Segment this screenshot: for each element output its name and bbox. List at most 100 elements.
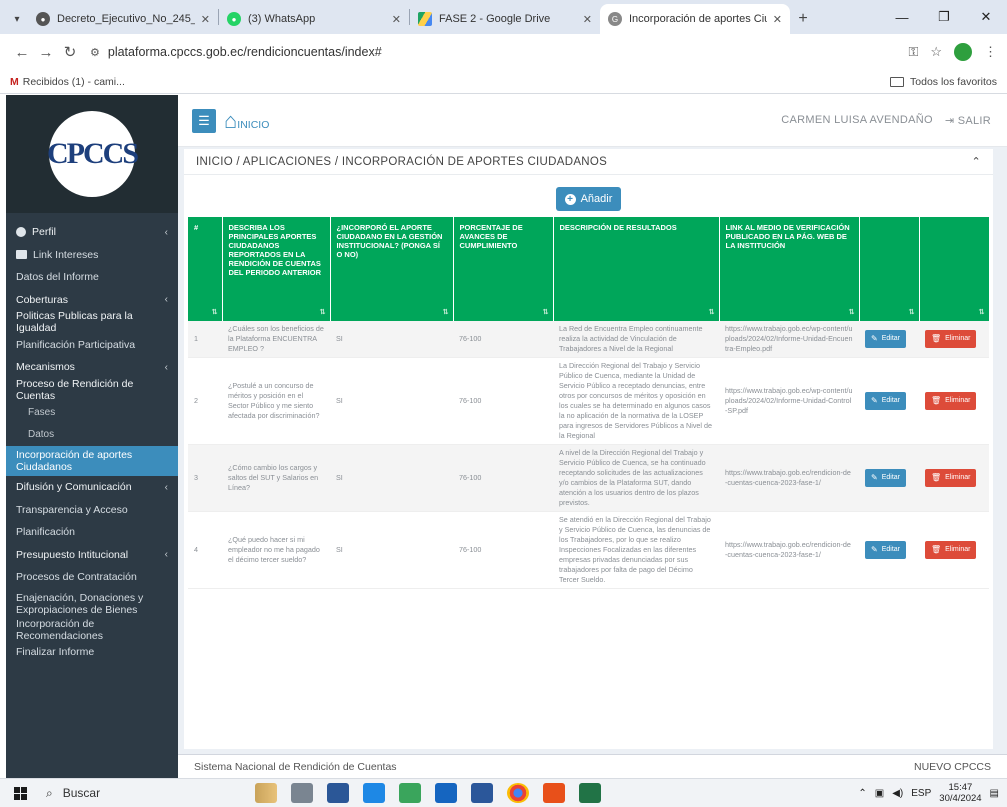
sidebar-item[interactable]: Enajenación, Donaciones y Expropiaciones… <box>6 589 178 619</box>
bookmark-star-icon[interactable]: ☆ <box>930 44 942 60</box>
sidebar-item[interactable]: Planificación <box>6 521 178 544</box>
people-icon[interactable] <box>435 783 457 803</box>
sort-icon[interactable]: ⇅ <box>443 308 449 317</box>
close-icon[interactable]: ✕ <box>583 13 592 26</box>
url-field[interactable]: ⚙ plataforma.cpccs.gob.ec/rendicioncuent… <box>90 39 908 65</box>
column-header[interactable]: # ⇅ <box>188 217 223 321</box>
forward-arrow-icon[interactable]: → <box>34 44 58 61</box>
back-arrow-icon[interactable]: ← <box>10 44 34 61</box>
browser-tab-2[interactable]: FASE 2 - Google Drive ✕ <box>410 4 600 34</box>
all-bookmarks[interactable]: Todos los favoritos <box>890 76 997 88</box>
sort-icon[interactable]: ⇅ <box>909 308 915 317</box>
bookmark-gmail[interactable]: Recibidos (1) - cami... <box>23 76 125 88</box>
cell-delete: 🗑 Eliminar <box>919 444 989 512</box>
column-header[interactable]: ¿INCORPORÓ EL APORTE CIUDADANO EN LA GES… <box>330 217 454 321</box>
network-icon[interactable]: ▣ <box>875 788 884 799</box>
column-header[interactable]: PORCENTAJE DE AVANCES DE CUMPLIMIENTO ⇅ <box>453 217 554 321</box>
excel-icon[interactable] <box>579 783 601 803</box>
menu-toggle-icon[interactable]: ☰ <box>192 108 216 133</box>
sidebar-item[interactable]: Transparencia y Acceso <box>6 499 178 522</box>
new-tab-button[interactable]: + <box>790 4 816 34</box>
taskbar-app-icon[interactable] <box>255 783 277 803</box>
sidebar-item[interactable]: Fases <box>6 401 178 424</box>
user-name[interactable]: CARMEN LUISA AVENDAÑO <box>781 114 933 127</box>
browser-tab-1[interactable]: ● (3) WhatsApp ✕ <box>219 4 409 34</box>
close-icon[interactable]: ✕ <box>201 13 210 26</box>
chrome-icon[interactable] <box>507 783 529 803</box>
sidebar-item[interactable]: Coberturas ‹ <box>6 289 178 312</box>
clock[interactable]: 15:47 30/4/2024 <box>939 782 981 804</box>
chevron-left-icon: ‹ <box>164 481 168 493</box>
reload-icon[interactable]: ↻ <box>58 43 82 61</box>
sidebar-item[interactable]: Presupuesto Intitucional ‹ <box>6 544 178 567</box>
language-indicator[interactable]: ESP <box>911 788 931 799</box>
delete-button[interactable]: 🗑 Eliminar <box>925 392 977 410</box>
acrobat-icon[interactable] <box>543 783 565 803</box>
logout-button[interactable]: ⇥ SALIR <box>945 114 991 127</box>
search-icon: ⌕ <box>46 785 53 800</box>
edit-button[interactable]: ✎ Editar <box>865 469 906 487</box>
sidebar-item[interactable]: Incorporación de aportes Ciudadanos <box>6 446 178 476</box>
column-header[interactable]: DESCRIBA LOS PRINCIPALES APORTES CIUDADA… <box>222 217 331 321</box>
restore-icon[interactable]: ❐ <box>923 0 965 34</box>
tab-search-chevron-icon[interactable]: ▾ <box>6 4 28 34</box>
close-icon[interactable]: ✕ <box>773 13 782 26</box>
profile-avatar[interactable] <box>954 43 972 61</box>
close-icon[interactable]: ✕ <box>392 13 401 26</box>
minimize-icon[interactable]: — <box>881 0 923 34</box>
window-close-icon[interactable]: ✕ <box>965 0 1007 34</box>
sidebar-item[interactable]: Perfil ‹ <box>6 221 178 244</box>
sort-icon[interactable]: ⇅ <box>543 308 549 317</box>
column-header[interactable]: DESCRIPCIÓN DE RESULTADOS ⇅ <box>553 217 720 321</box>
sort-icon[interactable]: ⇅ <box>709 308 715 317</box>
column-header[interactable]: LINK AL MEDIO DE VERIFICACIÓN PUBLICADO … <box>719 217 860 321</box>
windows-start-icon[interactable] <box>0 786 40 800</box>
edit-button[interactable]: ✎ Editar <box>865 392 906 410</box>
volume-icon[interactable]: ◀) <box>892 788 903 799</box>
delete-button[interactable]: 🗑 Eliminar <box>925 469 977 487</box>
column-header[interactable]: ⇅ <box>919 217 990 321</box>
column-header[interactable]: ⇅ <box>859 217 920 321</box>
delete-button[interactable]: 🗑 Eliminar <box>925 330 977 348</box>
home-link[interactable]: ⌂ INICIO <box>224 109 269 131</box>
sidebar-item[interactable]: Mecanismos ‹ <box>6 356 178 379</box>
calendar-app-icon[interactable] <box>327 783 349 803</box>
edit-button[interactable]: ✎ Editar <box>865 330 906 348</box>
sort-icon[interactable]: ⇅ <box>979 308 985 317</box>
browser-tab-0[interactable]: ● Decreto_Ejecutivo_No_245_20: ✕ <box>28 4 218 34</box>
notifications-icon[interactable]: ▤ <box>990 788 999 799</box>
edge-browser-icon[interactable] <box>363 783 385 803</box>
taskbar-search[interactable]: ⌕ Buscar <box>40 782 190 804</box>
site-settings-icon[interactable]: ⚙ <box>90 46 100 59</box>
word-icon[interactable] <box>471 783 493 803</box>
sort-icon[interactable]: ⇅ <box>320 308 326 317</box>
sort-icon[interactable]: ⇅ <box>212 308 218 317</box>
sidebar-item[interactable]: Datos del Informe <box>6 266 178 289</box>
cpccs-logo[interactable]: CPCCS <box>47 111 139 197</box>
all-bookmarks-label: Todos los favoritos <box>910 75 997 88</box>
browser-tab-3[interactable]: G Incorporación de aportes Ciuda ✕ <box>600 4 790 34</box>
add-button[interactable]: + Añadir <box>555 187 622 211</box>
whatsapp-icon: ● <box>227 12 241 26</box>
collapse-chevron-up-icon[interactable]: ⌃ <box>971 155 981 168</box>
add-row: + Añadir <box>184 175 993 211</box>
tray-chevron-icon[interactable]: ⌃ <box>858 788 866 799</box>
sidebar-item[interactable]: Planificación Participativa <box>6 334 178 357</box>
edit-button[interactable]: ✎ Editar <box>865 541 906 559</box>
sidebar-item[interactable]: Incorporación de Recomendaciones <box>6 618 178 642</box>
delete-button[interactable]: 🗑 Eliminar <box>925 541 977 559</box>
sidebar-item[interactable]: Procesos de Contratación <box>6 566 178 589</box>
sort-icon[interactable]: ⇅ <box>849 308 855 317</box>
store-icon[interactable] <box>399 783 421 803</box>
sidebar-item[interactable]: Politicas Publicas para la Igualdad <box>6 310 178 334</box>
more-menu-icon[interactable]: ⋮ <box>984 44 997 60</box>
bookmarks-bar: M Recibidos (1) - cami... Todos los favo… <box>0 70 1007 94</box>
sidebar-item[interactable]: Difusión y Comunicación ‹ <box>6 476 178 499</box>
task-view-icon[interactable] <box>291 783 313 803</box>
taskbar-apps <box>255 783 601 803</box>
sidebar-item[interactable]: Datos <box>6 424 178 447</box>
sidebar-item[interactable]: Link Intereses <box>6 244 178 267</box>
sidebar-item[interactable]: Finalizar Informe <box>6 641 178 664</box>
password-key-icon[interactable]: ⚿ <box>908 44 918 60</box>
sidebar-item[interactable]: Proceso de Rendición de Cuentas <box>6 378 178 402</box>
